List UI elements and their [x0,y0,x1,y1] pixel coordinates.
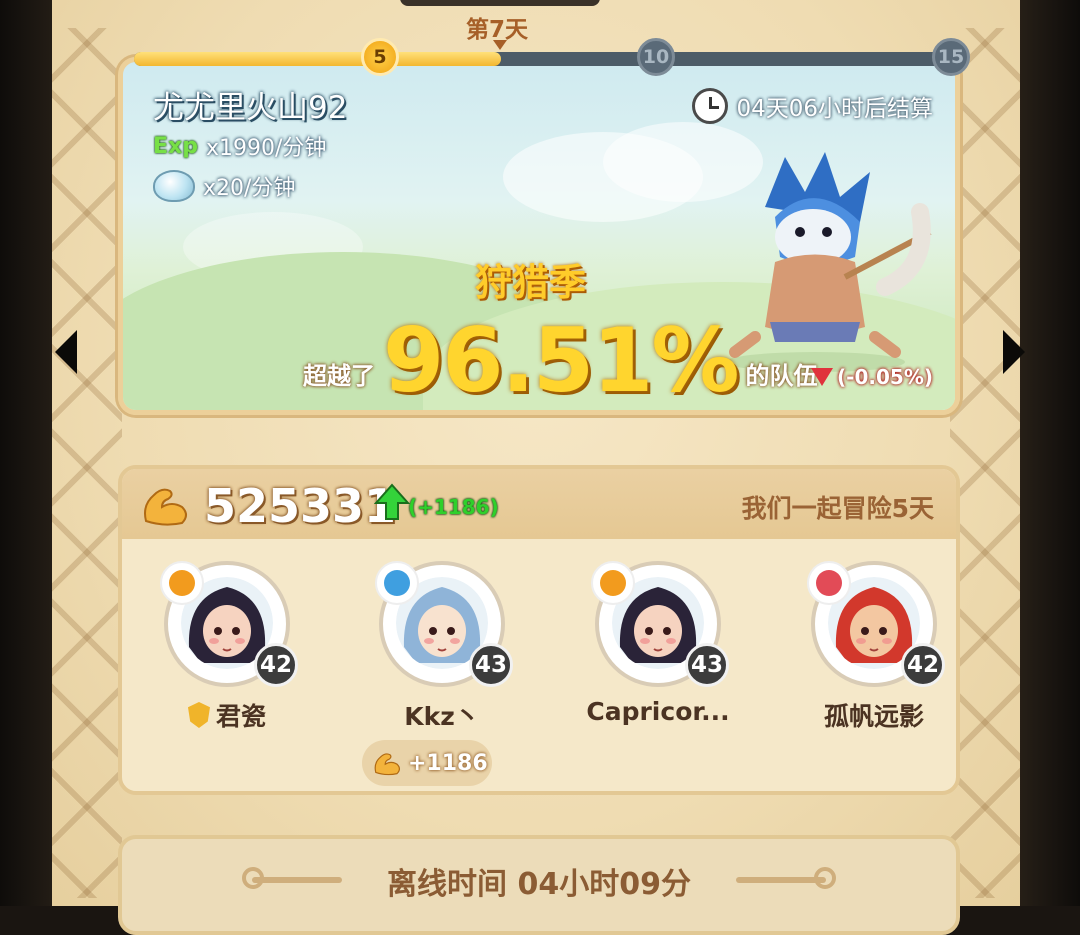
milestone-label: 10 [642,46,670,68]
role-color-icon [816,570,842,596]
day-label: 第7天 [466,17,529,43]
timer-text: 04天06小时后结算 [736,96,933,122]
down-arrow-icon [811,368,834,386]
member-name-row: Capricor... [573,697,743,726]
season-title: 狩猎季 [475,261,586,304]
role-color-icon [169,570,195,596]
team-member[interactable]: 42 孤帆远影 [789,561,959,761]
milestone-15[interactable]: 15 [932,38,970,76]
member-name-row: Kkz丶 [357,697,527,733]
role-color-icon [600,570,626,596]
member-name: 君瓷 [215,702,266,731]
offline-time: 离线时间 04小时09分 [387,867,691,902]
offline-panel[interactable]: 离线时间 04小时09分 [118,835,960,935]
milestone-10[interactable]: 10 [637,38,675,76]
up-arrow-icon [374,483,410,520]
role-class-icon [591,561,635,605]
level-badge: 42 [901,643,945,687]
member-name: Capricor... [586,697,730,726]
member-name-row: 孤帆远影 [789,697,959,733]
contribution-value: +1186 [408,750,488,776]
season-banner[interactable]: 尤尤里火山92 Exp x1990/分钟 x20/分钟 04天06小时后结算 狩… [118,57,960,415]
muscle-power-icon [374,753,400,776]
percentile-change-text: (-0.05%) [837,365,933,389]
level-badge: 43 [685,643,729,687]
percentile-value: 96.51% [383,309,740,412]
day-progress-bar: 5 10 15 [134,38,970,76]
member-name: 孤帆远影 [823,702,924,731]
top-tab [400,0,600,6]
team-member[interactable]: 43 Kkz丶 [357,561,527,761]
percentile-change: (-0.05%) [811,365,933,389]
right-backdrop [1010,0,1080,906]
milestone-5[interactable]: 5 [361,38,399,76]
milestone-label: 5 [373,46,387,68]
adventure-days: 我们一起冒险5天 [741,494,934,523]
progress-fill [134,52,502,66]
team-header: 525331 (+1186) 我们一起冒险5天 [122,469,956,539]
zone-title: 尤尤里火山92 [153,90,348,126]
shell-rate: x20/分钟 [203,176,296,201]
tribal-border-right [950,28,1020,898]
team-member[interactable]: 43 Capricor... [573,561,743,761]
power-delta: (+1186) [408,495,499,519]
team-power: 525331 [204,479,397,533]
surpass-suffix: 的队伍 [745,362,818,390]
team-panel: 525331 (+1186) 我们一起冒险5天 42 君瓷 43 Kkz丶 43… [118,465,960,795]
day-marker-arrow [493,40,507,50]
left-edge-notch [55,330,77,374]
milestone-label: 15 [937,46,965,68]
exp-icon: Exp [153,133,198,159]
leader-shield-icon [187,702,210,728]
surpass-prefix: 超越了 [303,362,375,390]
exp-rate-row: Exp x1990/分钟 [153,130,326,162]
power-change: (+1186) [374,483,499,521]
muscle-power-icon [144,488,187,526]
member-name: Kkz丶 [404,702,480,731]
settlement-timer: 04天06小时后结算 [692,88,933,124]
role-color-icon [384,570,410,596]
shell-rate-row: x20/分钟 [153,170,295,202]
right-edge-notch [1003,330,1025,374]
tribal-border-left [52,28,122,898]
role-class-icon [807,561,851,605]
rank-percentile: 超越了 96.51% 的队伍 [303,317,818,405]
member-name-row: 君瓷 [142,697,312,733]
contribution-pill: +1186 [362,740,492,786]
level-badge: 42 [254,643,298,687]
role-class-icon [375,561,419,605]
level-badge: 43 [469,643,513,687]
shell-icon [153,170,195,202]
clock-icon [692,88,729,124]
role-class-icon [160,561,204,605]
exp-rate: x1990/分钟 [205,136,327,161]
team-member[interactable]: 42 君瓷 [142,561,312,761]
